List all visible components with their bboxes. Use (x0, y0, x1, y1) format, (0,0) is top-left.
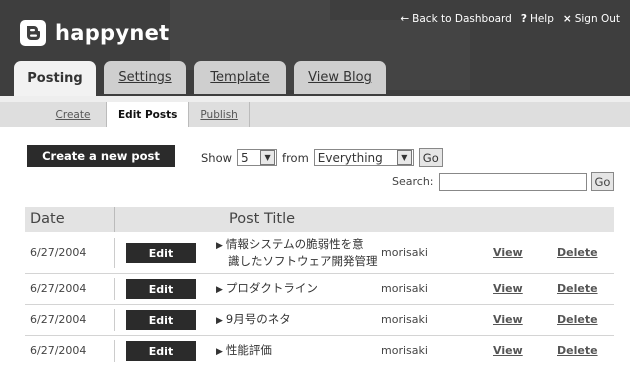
edit-post-button[interactable]: Edit (126, 341, 196, 361)
view-post-link[interactable]: View (493, 246, 523, 259)
date-column-header: Date (30, 211, 65, 227)
logo[interactable]: happynet (20, 20, 170, 46)
search-label: Search: (392, 175, 434, 188)
show-count-value: 5 (241, 150, 249, 165)
column-divider (114, 207, 115, 232)
sub-navigation: Create Edit Posts Publish (0, 96, 630, 127)
table-row: 6/27/2004 Edit ▶ プロダクトライン morisaki View D… (25, 274, 614, 305)
post-title-line2: 識したソフトウェア開発管理 (228, 254, 378, 268)
post-title-line1: 9月号のネタ (225, 312, 291, 326)
subnav-publish[interactable]: Publish (189, 102, 250, 127)
search-input[interactable] (438, 172, 587, 191)
tab-posting[interactable]: Posting (14, 61, 96, 96)
filter-go-button[interactable]: Go (418, 148, 443, 167)
blog-name: happynet (55, 21, 170, 45)
triangle-right-icon: ▶ (216, 347, 223, 357)
filter-row: Show 5 ▼ from Everything ▼ Go (201, 148, 443, 167)
main-tabs: Posting Settings Template View Blog (14, 61, 394, 96)
back-to-dashboard-link[interactable]: ← Back to Dashboard (400, 13, 512, 25)
post-date: 6/27/2004 (30, 344, 87, 357)
column-divider (114, 278, 115, 300)
delete-post-link[interactable]: Delete (557, 344, 598, 357)
triangle-right-icon: ▶ (216, 241, 223, 251)
question-icon: ? (520, 13, 527, 25)
post-author: morisaki (381, 344, 428, 357)
from-value: Everything (317, 150, 383, 165)
post-date: 6/27/2004 (30, 313, 87, 326)
column-divider (114, 309, 115, 331)
sign-out-label: Sign Out (574, 13, 620, 25)
table-row: 6/27/2004 Edit ▶ 性能評価 morisaki View Delet… (25, 336, 614, 366)
blogger-logo-icon (20, 20, 46, 46)
sign-out-link[interactable]: × Sign Out (563, 13, 620, 25)
post-title-line1: 性能評価 (225, 343, 272, 357)
column-divider (114, 238, 115, 268)
post-title-line1: 情報システムの脆弱性を意 (225, 237, 364, 251)
column-divider (114, 340, 115, 362)
show-count-select[interactable]: 5 ▼ (237, 149, 278, 166)
post-title-line1: プロダクトライン (225, 281, 318, 295)
tab-template[interactable]: Template (194, 61, 286, 94)
tab-view-blog[interactable]: View Blog (294, 61, 386, 94)
edit-post-button[interactable]: Edit (126, 243, 196, 263)
post-date: 6/27/2004 (30, 282, 87, 295)
subnav-edit-posts[interactable]: Edit Posts (107, 102, 190, 127)
view-post-link[interactable]: View (493, 282, 523, 295)
search-go-button[interactable]: Go (590, 172, 615, 191)
from-select[interactable]: Everything ▼ (313, 149, 414, 166)
view-post-link[interactable]: View (493, 344, 523, 357)
table-row: 6/27/2004 Edit ▶ 情報システムの脆弱性を意 識したソフトウェア開発… (25, 233, 614, 274)
post-author: morisaki (381, 313, 428, 326)
posts-table-header: Date Post Title (25, 207, 614, 232)
post-title[interactable]: ▶ 9月号のネタ (216, 312, 291, 329)
table-row: 6/27/2004 Edit ▶ 9月号のネタ morisaki View Del… (25, 305, 614, 336)
search-row: Search: Go (392, 172, 615, 191)
delete-post-link[interactable]: Delete (557, 313, 598, 326)
help-label: Help (529, 13, 554, 25)
title-column-header: Post Title (229, 211, 296, 227)
post-title[interactable]: ▶ 情報システムの脆弱性を意 識したソフトウェア開発管理 (216, 237, 378, 269)
post-title[interactable]: ▶ 性能評価 (216, 343, 272, 360)
post-date: 6/27/2004 (30, 246, 87, 259)
view-post-link[interactable]: View (493, 313, 523, 326)
delete-post-link[interactable]: Delete (557, 246, 598, 259)
back-to-dashboard-label: Back to Dashboard (412, 13, 512, 25)
arrow-left-icon: ← (400, 13, 410, 25)
from-label: from (282, 150, 309, 165)
chevron-down-icon: ▼ (396, 150, 412, 165)
edit-post-button[interactable]: Edit (126, 279, 196, 299)
top-links: ← Back to Dashboard ? Help × Sign Out (400, 13, 620, 25)
subnav-create[interactable]: Create (40, 102, 107, 127)
edit-post-button[interactable]: Edit (126, 310, 196, 330)
close-icon: × (562, 13, 572, 25)
create-new-post-button[interactable]: Create a new post (27, 145, 175, 167)
post-author: morisaki (381, 282, 428, 295)
delete-post-link[interactable]: Delete (557, 282, 598, 295)
post-title[interactable]: ▶ プロダクトライン (216, 281, 318, 298)
chevron-down-icon: ▼ (260, 150, 276, 165)
help-link[interactable]: ? Help (521, 13, 554, 25)
tab-settings[interactable]: Settings (104, 61, 186, 94)
post-author: morisaki (381, 246, 428, 259)
header-bar: happynet ← Back to Dashboard ? Help × Si… (0, 0, 630, 104)
show-label: Show (201, 150, 233, 165)
triangle-right-icon: ▶ (216, 285, 223, 295)
triangle-right-icon: ▶ (216, 316, 223, 326)
